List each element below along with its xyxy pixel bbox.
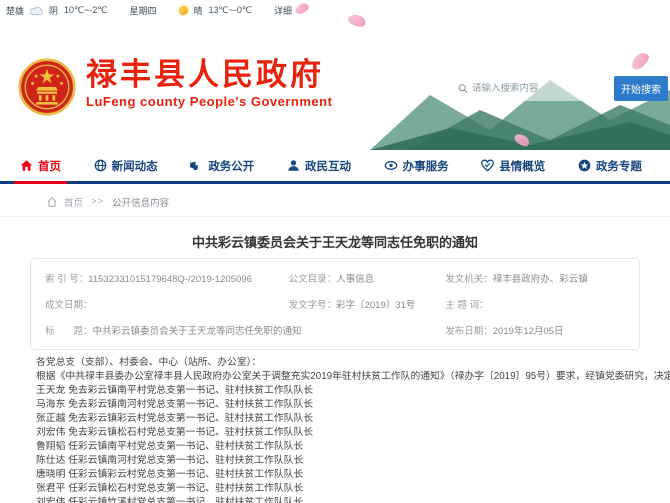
meta-label: 公文目录： [289, 274, 337, 285]
search-input-box[interactable] [452, 76, 608, 101]
meta-keywords: 主 题 词： [445, 297, 625, 311]
person-icon [287, 159, 300, 172]
quote-icon [190, 159, 203, 172]
body-line: 陈仕达 任彩云镇南河村党总支第一书记、驻村扶贫工作队队长 [36, 454, 646, 468]
meta-label: 成文日期： [45, 300, 93, 311]
meta-value: 彩字〔2019〕31号 [336, 300, 415, 311]
body-line: 张君平 任彩云镇松石村党总支第一书记、驻村扶贫工作队队长 [36, 482, 646, 496]
meta-title: 标 题：中共彩云镇委员会关于王天龙等同志任免职的通知 [45, 323, 445, 337]
weather-weekday: 星期四 [130, 4, 157, 17]
search-submit-button[interactable]: 开始搜索 [614, 76, 668, 101]
meta-label: 发文字号： [289, 300, 337, 311]
meta-label: 标 题： [45, 326, 93, 337]
body-line: 唐晓明 任彩云镇彩云村党总支第一书记、驻村扶贫工作队队长 [36, 468, 646, 482]
weather-temp-2: 13℃~-0℃ [209, 5, 252, 16]
meta-value: 人事信息 [336, 274, 374, 285]
meta-label: 发布日期： [445, 326, 493, 337]
nav-item-label: 政务公开 [208, 158, 254, 174]
nav-item-label: 政务专题 [596, 158, 642, 174]
sun-icon [179, 6, 188, 15]
search-bar: 开始搜索 [452, 76, 668, 101]
meta-doc-number: 发文字号：彩字〔2019〕31号 [289, 297, 446, 311]
site-logo-block[interactable]: 禄丰县人民政府 LuFeng county People's Governmen… [18, 58, 332, 116]
document-body: 各党总支（支部）、村委会、中心（站所、办公室）： 根据《中共禄丰县委办公室禄丰县… [36, 356, 646, 503]
weather-temp: 10℃~-2℃ [64, 5, 107, 16]
nav-item-gov-topics[interactable]: 政务专题 [572, 150, 648, 184]
body-line: 鲁翔韬 任彩云镇南平村党总支第一书记、驻村扶贫工作队队长 [36, 440, 646, 454]
cloud-icon [30, 6, 43, 15]
weather-detail-link[interactable]: 详细 [274, 4, 292, 17]
site-title: 禄丰县人民政府 [86, 58, 332, 92]
meta-publish-date: 发布日期：2019年12月05日 [445, 323, 625, 337]
nav-item-label: 县情概览 [499, 158, 545, 174]
body-line: 各党总支（支部）、村委会、中心（站所、办公室）： [36, 356, 646, 370]
nav-item-county-overview[interactable]: 县情概览 [475, 150, 551, 184]
meta-index: 索 引 号：11532331015179648Q-/2019-1205096 [45, 271, 289, 285]
breadcrumb-home-link[interactable]: 首页 [64, 195, 83, 209]
petal-decoration [347, 12, 368, 28]
nav-item-label: 新闻动态 [112, 158, 158, 174]
article-title: 中共彩云镇委员会关于王天龙等同志任免职的通知 [0, 232, 670, 251]
weather-condition-2: 晴 [194, 4, 203, 17]
petal-decoration [294, 1, 310, 15]
weather-bar: 楚雄 阴 10℃~-2℃ 星期四 晴 13℃~-0℃ 详细 [6, 4, 292, 17]
nav-item-gov-affairs[interactable]: 政务公开 [184, 150, 260, 184]
body-line: 张正越 免去彩云镇彩云村党总支第一书记、驻村扶贫工作队队长 [36, 412, 646, 426]
meta-agency: 发文机关：禄丰县政府办、彩云镇 [445, 271, 625, 285]
meta-value: 禄丰县政府办、彩云镇 [493, 274, 588, 285]
site-banner: 楚雄 阴 10℃~-2℃ 星期四 晴 13℃~-0℃ 详细 [0, 0, 670, 150]
globe-icon [94, 159, 107, 172]
star-circle-icon [578, 159, 591, 172]
national-emblem-icon [18, 58, 76, 116]
eye-icon [384, 159, 398, 172]
weather-condition: 阴 [49, 4, 58, 17]
meta-label: 发文机关： [445, 274, 493, 285]
meta-value: 中共彩云镇委员会关于王天龙等同志任免职的通知 [93, 326, 302, 337]
meta-value: 2019年12月05日 [493, 326, 564, 337]
nav-item-services[interactable]: 办事服务 [378, 150, 455, 184]
meta-value: 11532331015179648Q-/2019-1205096 [88, 274, 252, 285]
heart-icon [481, 159, 494, 172]
search-input[interactable] [472, 83, 602, 94]
body-line: 刘宏伟 任彩云镇竹溪村党总支第一书记、驻村扶贫工作队队长 [36, 496, 646, 503]
body-line: 王天龙 免去彩云镇南平村党总支第一书记、驻村扶贫工作队队长 [36, 384, 646, 398]
weather-city: 楚雄 [6, 4, 24, 17]
nav-item-label: 首页 [38, 158, 61, 174]
meta-label: 主 题 词： [445, 300, 488, 311]
nav-item-home[interactable]: 首页 [14, 150, 67, 184]
nav-item-news[interactable]: 新闻动态 [88, 150, 164, 184]
home-icon [20, 159, 33, 172]
page: 楚雄 阴 10℃~-2℃ 星期四 晴 13℃~-0℃ 详细 [0, 0, 670, 503]
nav-item-label: 政民互动 [305, 158, 351, 174]
document-meta-table: 索 引 号：11532331015179648Q-/2019-1205096 公… [30, 258, 640, 350]
meta-date-written: 成文日期： [45, 297, 289, 311]
meta-category: 公文目录：人事信息 [289, 271, 446, 285]
body-line: 根据《中共禄丰县委办公室禄丰县人民政府办公室关于调整充实2019年驻村扶贫工作队… [36, 370, 646, 384]
nav-item-label: 办事服务 [403, 158, 449, 174]
breadcrumb-home-icon [46, 196, 58, 208]
site-subtitle: LuFeng county People's Government [86, 94, 332, 109]
main-nav: 首页 新闻动态 政务公开 政民互动 [0, 150, 670, 184]
breadcrumb-separator: >> [91, 196, 104, 207]
meta-label: 索 引 号： [45, 274, 88, 285]
search-icon [458, 83, 468, 94]
nav-item-interaction[interactable]: 政民互动 [281, 150, 357, 184]
breadcrumb-current: 公开信息内容 [112, 195, 169, 209]
body-line: 马海东 免去彩云镇南河村党总支第一书记、驻村扶贫工作队队长 [36, 398, 646, 412]
breadcrumb: 首页 >> 公开信息内容 [0, 187, 670, 217]
site-title-block: 禄丰县人民政府 LuFeng county People's Governmen… [86, 58, 332, 109]
body-line: 刘宏伟 免去彩云镇松石村党总支第一书记、驻村扶贫工作队队长 [36, 426, 646, 440]
